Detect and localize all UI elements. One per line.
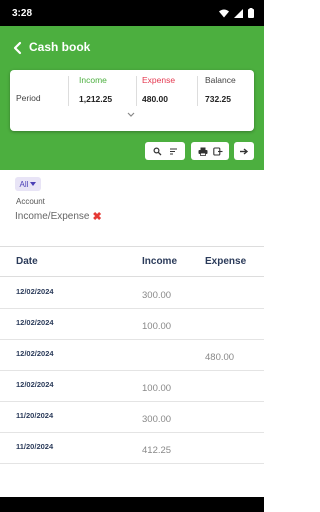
table-header: Date Income Expense bbox=[0, 247, 264, 277]
status-time: 3:28 bbox=[12, 8, 33, 19]
row-date: 11/20/2024 bbox=[16, 411, 54, 420]
divider bbox=[136, 76, 137, 106]
app-header: Cash book Period Income 1,212.25 Expense… bbox=[0, 26, 264, 170]
divider bbox=[197, 76, 198, 106]
row-income: 100.00 bbox=[142, 383, 172, 394]
battery-icon bbox=[248, 8, 254, 18]
row-date: 12/02/2024 bbox=[16, 287, 54, 296]
income-label: Income bbox=[79, 75, 107, 85]
income-column-header: Income bbox=[142, 256, 178, 267]
table-row[interactable]: 12/02/2024 100.00 bbox=[0, 309, 264, 340]
wifi-icon bbox=[219, 9, 229, 17]
sort-icon[interactable] bbox=[169, 147, 178, 156]
expense-summary: Expense 480.00 bbox=[142, 75, 175, 104]
row-income: 412.25 bbox=[142, 445, 172, 456]
table-row[interactable]: 11/20/2024 412.25 bbox=[0, 433, 264, 464]
table-row[interactable]: 12/02/2024 300.00 bbox=[0, 278, 264, 309]
status-icons bbox=[219, 8, 254, 18]
row-income: 300.00 bbox=[142, 290, 172, 301]
row-date: 12/02/2024 bbox=[16, 349, 54, 358]
next-button[interactable] bbox=[234, 142, 254, 160]
expense-label: Expense bbox=[142, 75, 176, 85]
expense-column-header: Expense bbox=[205, 256, 247, 267]
clear-icon[interactable]: ✖ bbox=[93, 210, 102, 223]
chevron-down-icon[interactable] bbox=[127, 112, 135, 118]
table-row[interactable]: 11/20/2024 300.00 bbox=[0, 402, 264, 433]
print-icon[interactable] bbox=[198, 147, 208, 156]
filter-chip-label: All bbox=[19, 179, 29, 189]
row-expense: 480.00 bbox=[205, 352, 235, 363]
filter-chip[interactable]: All bbox=[15, 177, 41, 191]
account-value: Income/Expense bbox=[15, 211, 90, 222]
signal-icon bbox=[234, 8, 243, 18]
divider bbox=[68, 76, 69, 106]
income-summary: Income 1,212.25 bbox=[79, 75, 112, 104]
page-title: Cash book bbox=[29, 40, 91, 54]
row-income: 100.00 bbox=[142, 321, 172, 332]
income-total: 1,212.25 bbox=[79, 94, 113, 104]
table-row[interactable]: 12/02/2024 100.00 bbox=[0, 371, 264, 402]
export-icon[interactable] bbox=[212, 146, 223, 156]
status-bar: 3:28 bbox=[0, 0, 264, 26]
back-arrow-icon[interactable] bbox=[10, 40, 26, 56]
table-row[interactable]: 12/02/2024 480.00 bbox=[0, 340, 264, 371]
search-sort-button-group bbox=[145, 142, 185, 160]
row-date: 11/20/2024 bbox=[16, 442, 54, 451]
expense-total: 480.00 bbox=[142, 94, 168, 104]
account-selector[interactable]: Income/Expense ✖ bbox=[15, 210, 102, 223]
dropdown-icon bbox=[30, 182, 37, 186]
navigation-bar bbox=[0, 497, 264, 512]
balance-total: 732.25 bbox=[205, 94, 231, 104]
date-column-header: Date bbox=[16, 256, 38, 267]
account-label: Account bbox=[16, 197, 45, 206]
balance-label: Balance bbox=[205, 75, 236, 85]
row-date: 12/02/2024 bbox=[16, 318, 54, 327]
balance-summary: Balance 732.25 bbox=[205, 75, 236, 104]
summary-card[interactable]: Period Income 1,212.25 Expense 480.00 Ba… bbox=[10, 70, 254, 131]
search-icon[interactable] bbox=[152, 146, 162, 156]
print-export-button-group bbox=[191, 142, 229, 160]
row-date: 12/02/2024 bbox=[16, 380, 54, 389]
row-income: 300.00 bbox=[142, 414, 172, 425]
period-label: Period bbox=[16, 93, 41, 103]
next-icon bbox=[240, 147, 249, 155]
